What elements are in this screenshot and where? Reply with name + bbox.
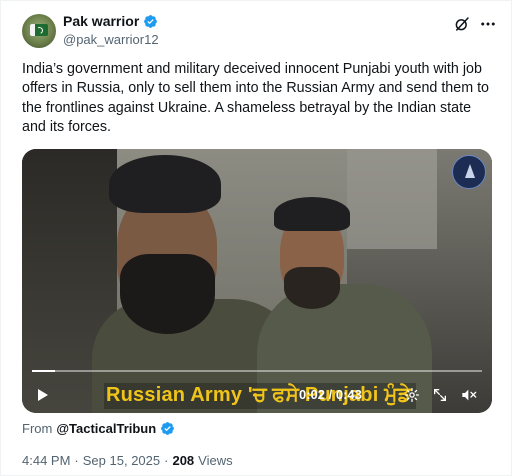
volume-icon[interactable] [460, 387, 478, 403]
person-left-beard [120, 254, 215, 334]
video-progress-fill [32, 370, 55, 372]
author-display-name[interactable]: Pak warrior [63, 13, 139, 30]
tweet-text: India’s government and military deceived… [22, 61, 490, 135]
verified-badge-icon [144, 15, 158, 28]
video-attribution: From @TacticalTribun [22, 421, 175, 436]
video-player[interactable]: Russian Army 'ਚ ਫਸੇ Punjabi ਮੁੰਡੇ 0:02 /… [22, 149, 492, 413]
tweet-date[interactable]: Sep 15, 2025 [83, 453, 160, 468]
author-name-row: Pak warrior [63, 13, 158, 30]
meta-separator: · [74, 453, 79, 468]
video-progress-bar[interactable] [32, 370, 482, 372]
video-controls: 0:02 / 0:43 [22, 377, 492, 413]
channel-logo-icon [452, 155, 486, 189]
views-label: Views [198, 453, 233, 468]
person-right-beard [284, 267, 340, 309]
video-time-display: 0:02 / 0:43 [299, 387, 362, 402]
person-right-turban [274, 197, 350, 231]
views-count: 208 [172, 453, 195, 468]
expand-icon[interactable] [432, 387, 448, 403]
more-options-icon[interactable] [479, 15, 497, 33]
tweet-meta: 4:44 PM · Sep 15, 2025 · 208 Views [22, 453, 233, 468]
grok-icon[interactable] [453, 15, 471, 33]
settings-icon[interactable] [404, 387, 420, 403]
avatar[interactable] [22, 14, 56, 48]
meta-separator: · [164, 453, 169, 468]
author-handle[interactable]: @pak_warrior12 [63, 32, 159, 47]
video-frame-window [347, 149, 437, 249]
verified-badge-icon [161, 422, 175, 435]
source-account-link[interactable]: @TacticalTribun [56, 421, 156, 436]
tweet-card: Pak warrior @pak_warrior12 India’s gover… [0, 0, 512, 476]
person-left-turban [109, 155, 221, 213]
tweet-time[interactable]: 4:44 PM [22, 453, 70, 468]
from-label: From [22, 421, 53, 436]
play-icon[interactable] [34, 387, 50, 403]
